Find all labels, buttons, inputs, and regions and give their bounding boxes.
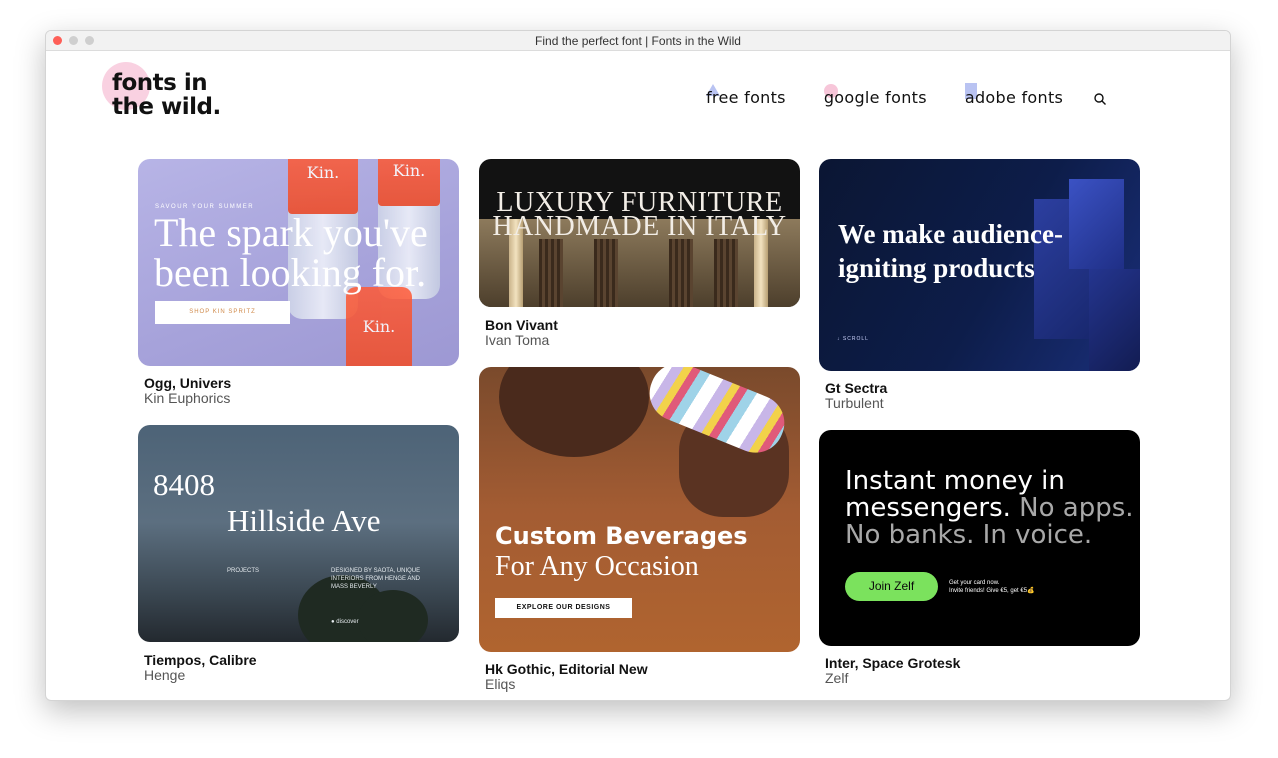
preview-number: 8408 [153, 467, 215, 502]
preview-cta: SHOP KIN SPRITZ [155, 301, 290, 324]
title-bar: Find the perfect font | Fonts in the Wil… [46, 31, 1230, 51]
card-caption[interactable]: Inter, Space Grotesk Zelf [825, 656, 960, 686]
preview-headline: We make audience- igniting products [838, 219, 1063, 283]
card-fonts: Tiempos, Calibre [144, 652, 257, 668]
window-title: Find the perfect font | Fonts in the Wil… [535, 34, 741, 48]
nav-google-fonts-label: google fonts [823, 88, 927, 107]
preview-projects: PROJECTS [227, 568, 260, 574]
nav-google-fonts[interactable]: google fonts [823, 84, 927, 107]
nav-free-fonts-label: free fonts [706, 88, 786, 107]
preview-note: Get your card now. Invite friends! Give … [949, 580, 1035, 594]
card-fonts: Hk Gothic, Editorial New [485, 661, 648, 677]
card-fonts: Ogg, Univers [144, 375, 232, 391]
font-card-turbulent[interactable]: We make audience- igniting products ↓ SC… [819, 159, 1140, 371]
can-label: Kin. [362, 317, 396, 336]
preview-discover: ● discover [331, 619, 359, 625]
font-card-zelf[interactable]: Instant money in messengers. No apps. No… [819, 430, 1140, 646]
can-label: Kin. [306, 162, 340, 182]
nav-adobe-fonts[interactable]: adobe fonts [964, 83, 1064, 107]
preview-headline: Instant money in messengers. No apps. No… [845, 468, 1134, 549]
card-caption[interactable]: Gt Sectra Turbulent [825, 381, 887, 411]
main-nav: free fonts google fonts adobe fonts [706, 83, 1107, 107]
card-site: Kin Euphorics [144, 390, 231, 406]
card-fonts: Bon Vivant [485, 317, 558, 333]
card-site: Turbulent [825, 395, 884, 411]
card-fonts: Inter, Space Grotesk [825, 655, 961, 671]
preview-scroll: ↓ SCROLL [837, 336, 869, 342]
preview-headline: LUXURY FURNITURE HANDMADE IN ITALY [492, 187, 787, 242]
preview-street: Hillside Ave [227, 503, 381, 538]
font-card-eliqs[interactable]: Custom Beverages For Any Occasion EXPLOR… [479, 367, 800, 652]
font-card-kin-euphorics[interactable]: Kin. Kin. Kin. SAVOUR YOUR SUMMER The sp… [138, 159, 459, 366]
preview-credit: DESIGNED BY SAOTA, UNIQUE INTERIORS FROM… [331, 568, 421, 590]
preview-headline-1: Custom Beverages [495, 522, 748, 550]
logo-text: fonts in the wild. [112, 70, 221, 120]
product-can: Kin. [346, 287, 412, 366]
preview-headline: The spark you've been looking for. [154, 210, 428, 295]
page-content: fonts in the wild. free fonts google fon… [46, 51, 1230, 700]
card-caption[interactable]: Hk Gothic, Editorial New Eliqs [485, 662, 648, 692]
preview-line-3: No banks. In voice. [845, 520, 1093, 550]
can-label: Kin. [392, 161, 426, 180]
card-site: Ivan Toma [485, 332, 550, 348]
preview-join-button: Join Zelf [845, 572, 938, 601]
font-card-ivan-toma[interactable]: LUXURY FURNITURE HANDMADE IN ITALY [479, 159, 800, 307]
search-icon[interactable] [1093, 92, 1107, 106]
preview-line-1: Instant money in [845, 466, 1065, 496]
card-site: Zelf [825, 670, 849, 686]
preview-cta: EXPLORE OUR DESIGNS [495, 598, 632, 618]
preview-face [499, 367, 649, 457]
font-card-henge[interactable]: 8408 Hillside Ave PROJECTS DESIGNED BY S… [138, 425, 459, 642]
browser-window: Find the perfect font | Fonts in the Wil… [45, 30, 1231, 701]
nav-free-fonts[interactable]: free fonts [706, 84, 786, 107]
preview-headline-2: For Any Occasion [495, 551, 699, 582]
card-site: Eliqs [485, 676, 516, 692]
card-caption[interactable]: Tiempos, Calibre Henge [144, 653, 257, 683]
card-caption[interactable]: Bon Vivant Ivan Toma [485, 318, 558, 348]
preview-line-2: messengers. No apps. [845, 493, 1134, 523]
card-fonts: Gt Sectra [825, 380, 888, 396]
card-site: Henge [144, 667, 186, 683]
site-logo[interactable]: fonts in the wild. [102, 62, 221, 120]
nav-adobe-fonts-label: adobe fonts [964, 88, 1064, 107]
card-caption[interactable]: Ogg, Univers Kin Euphorics [144, 376, 231, 406]
